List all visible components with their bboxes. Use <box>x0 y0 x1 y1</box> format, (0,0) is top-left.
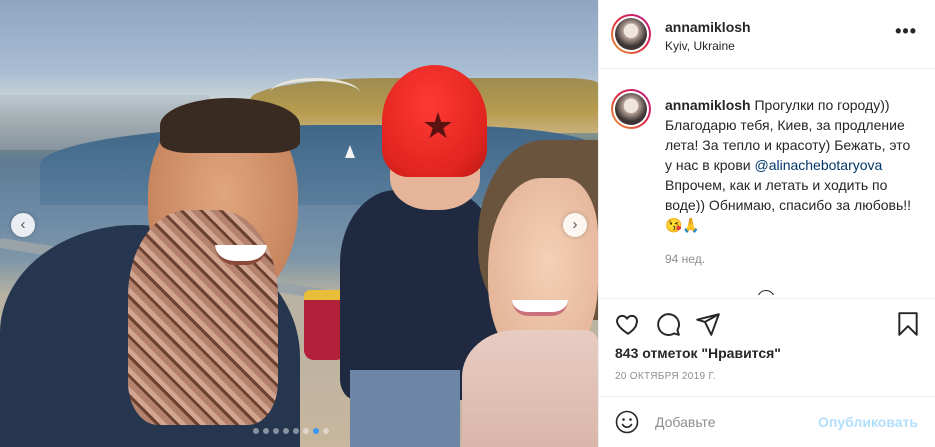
chevron-left-icon[interactable]: ‹ <box>11 213 35 237</box>
comments-area: annamiklosh Прогулки по городу)) Благода… <box>599 70 935 295</box>
post-button[interactable]: Опубликовать <box>818 414 918 430</box>
caption-mention[interactable]: @alinachebotaryova <box>754 157 882 173</box>
next-comment-avatar <box>757 290 775 295</box>
emoji-icon[interactable] <box>615 410 639 434</box>
caption-text: annamiklosh Прогулки по городу)) Благода… <box>665 95 920 235</box>
carousel-indicator <box>253 428 329 434</box>
post-header: annamiklosh Kyiv, Ukraine ••• <box>599 0 935 69</box>
carousel-dot <box>283 428 289 434</box>
comment-composer: Опубликовать <box>599 396 935 447</box>
action-bar <box>599 298 935 350</box>
avatar[interactable] <box>611 14 651 54</box>
carousel-dot <box>313 428 319 434</box>
more-options-icon[interactable]: ••• <box>895 22 917 40</box>
send-icon[interactable] <box>695 311 721 337</box>
child-jeans <box>350 370 460 447</box>
sailboat <box>345 145 355 158</box>
star-icon: ★ <box>421 105 455 146</box>
post-photo[interactable]: ★ ‹ › <box>0 0 598 447</box>
chevron-right-icon[interactable]: › <box>563 213 587 237</box>
caption-time[interactable]: 94 нед. <box>665 252 705 266</box>
caption-avatar[interactable] <box>611 89 651 129</box>
caption-body-2: Впрочем, как и летать и ходить по воде))… <box>665 177 912 233</box>
caption-username[interactable]: annamiklosh <box>665 97 751 113</box>
woman-smile <box>512 300 568 316</box>
carousel-dot <box>303 428 309 434</box>
man-scarf <box>128 210 278 425</box>
header-username[interactable]: annamiklosh <box>665 19 751 35</box>
post-sidebar: annamiklosh Kyiv, Ukraine ••• annamiklos… <box>598 0 935 447</box>
post-date[interactable]: 20 ОКТЯБРЯ 2019 Г. <box>615 371 716 382</box>
heart-icon[interactable] <box>615 311 641 337</box>
comment-input[interactable] <box>655 411 845 433</box>
comment-icon[interactable] <box>655 311 681 337</box>
bridge-arch <box>270 78 360 108</box>
carousel-dot <box>323 428 329 434</box>
carousel-dot <box>253 428 259 434</box>
woman-coat <box>462 330 598 447</box>
bookmark-icon[interactable] <box>895 311 921 337</box>
header-location[interactable]: Kyiv, Ukraine <box>665 39 735 53</box>
man-hair <box>160 98 300 153</box>
carousel-dot <box>293 428 299 434</box>
carousel-dot <box>263 428 269 434</box>
likes-count[interactable]: 843 отметок "Нравится" <box>615 345 781 361</box>
carousel-dot <box>273 428 279 434</box>
